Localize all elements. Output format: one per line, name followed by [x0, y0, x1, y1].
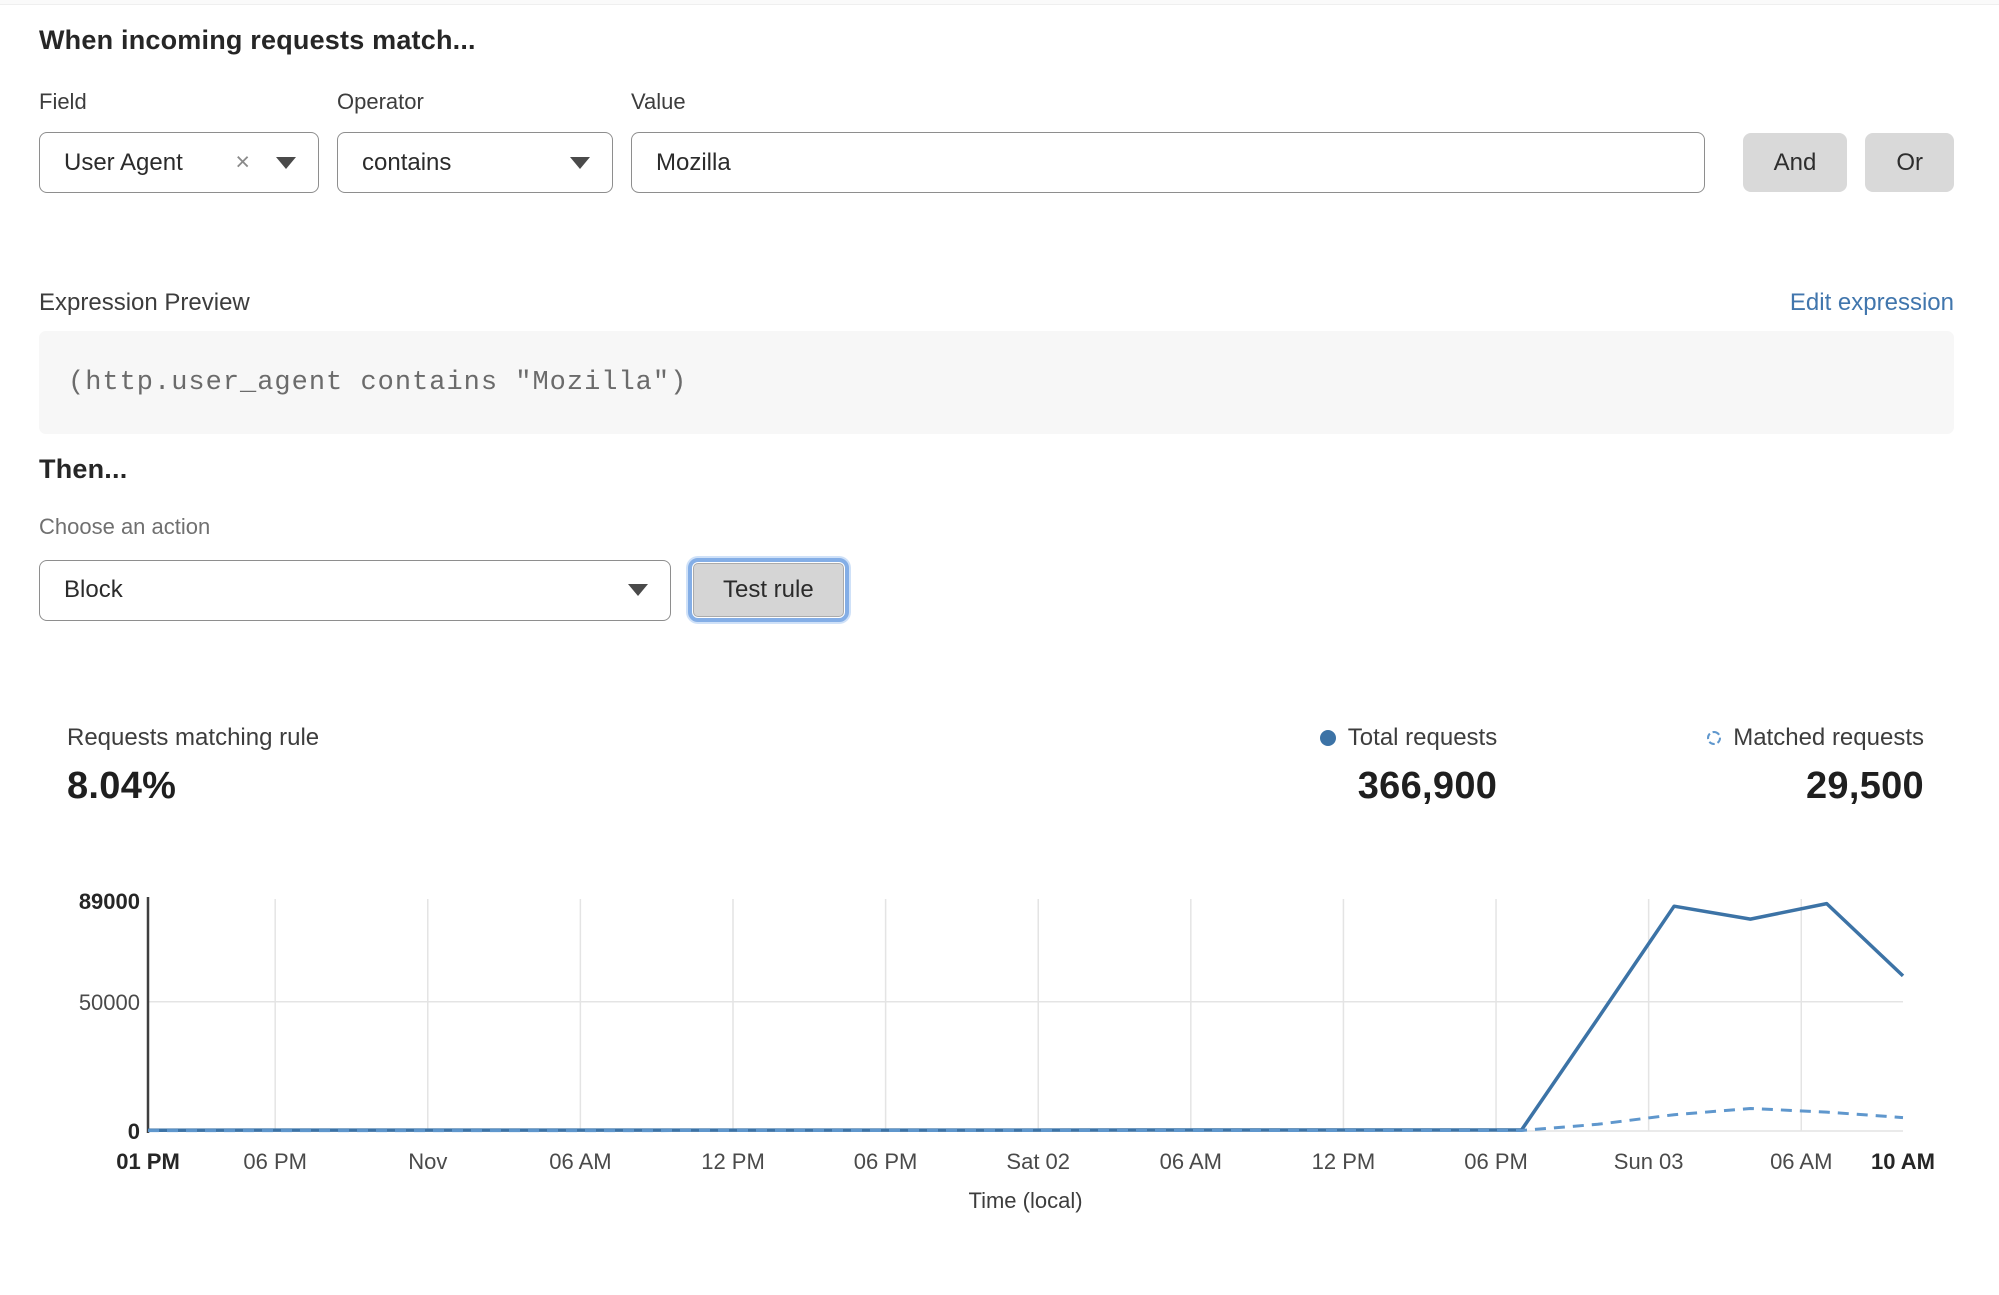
expression-preview-box: (http.user_agent contains "Mozilla")	[39, 331, 1954, 434]
choose-action-label: Choose an action	[39, 514, 1954, 540]
x-tick-label: 12 PM	[701, 1149, 765, 1174]
x-tick-label: 12 PM	[1312, 1149, 1376, 1174]
action-select[interactable]: Block	[39, 560, 671, 621]
chevron-down-icon	[276, 157, 296, 169]
matching-rate-stat: Requests matching rule 8.04%	[67, 724, 1320, 808]
total-requests-legend-icon	[1320, 730, 1336, 746]
x-tick-label: 10 AM	[1871, 1149, 1935, 1174]
matched-requests-line	[148, 1109, 1903, 1131]
test-rule-button[interactable]: Test rule	[693, 563, 844, 617]
match-condition-row: Field User Agent × Operator contains Val…	[39, 89, 1954, 193]
remove-field-icon[interactable]: ×	[235, 150, 250, 175]
rule-stats-row: Requests matching rule 8.04% Total reque…	[39, 724, 1954, 808]
x-tick-label: 06 AM	[1160, 1149, 1222, 1174]
matched-requests-legend-icon	[1707, 731, 1721, 745]
x-tick-label: Sat 02	[1006, 1149, 1070, 1174]
field-label: Field	[39, 89, 319, 115]
x-tick-label: Sun 03	[1614, 1149, 1684, 1174]
value-input[interactable]	[631, 132, 1705, 193]
x-tick-label: 06 PM	[1464, 1149, 1528, 1174]
total-requests-value: 366,900	[1320, 765, 1497, 808]
expression-header: Expression Preview Edit expression	[39, 289, 1954, 317]
x-tick-label: Nov	[408, 1149, 447, 1174]
x-tick-label: 06 PM	[243, 1149, 307, 1174]
total-requests-line	[148, 904, 1903, 1131]
matched-requests-stat: Matched requests 29,500	[1707, 724, 1924, 808]
total-requests-stat: Total requests 366,900	[1320, 724, 1497, 808]
x-axis-title: Time (local)	[968, 1188, 1082, 1213]
chevron-down-icon	[570, 157, 590, 169]
rule-builder-panel: When incoming requests match... Field Us…	[0, 25, 1999, 1236]
matching-rate-value: 8.04%	[67, 765, 1320, 808]
action-row: Block Test rule	[39, 558, 1954, 622]
value-label: Value	[631, 89, 1705, 115]
x-tick-label: 06 PM	[854, 1149, 918, 1174]
field-select-value: User Agent	[64, 149, 235, 177]
operator-select[interactable]: contains	[337, 132, 613, 193]
y-tick-label: 50000	[79, 990, 140, 1015]
or-button[interactable]: Or	[1865, 133, 1954, 192]
x-tick-label: 06 AM	[549, 1149, 611, 1174]
requests-chart-svg: 0 50000 89000 01 PM 06 PM Nov 06 AM 12 PM 06 PM S…	[0, 871, 1999, 1231]
expression-preview-label: Expression Preview	[39, 289, 250, 317]
y-tick-label: 89000	[79, 889, 140, 914]
then-section-title: Then...	[39, 454, 1954, 485]
chevron-down-icon	[628, 584, 648, 596]
expression-code: (http.user_agent contains "Mozilla")	[68, 368, 687, 398]
x-tick-label: 01 PM	[116, 1149, 180, 1174]
field-select[interactable]: User Agent ×	[39, 132, 319, 193]
matched-requests-value: 29,500	[1707, 765, 1924, 808]
edit-expression-link[interactable]: Edit expression	[1790, 289, 1954, 317]
test-rule-focus-ring: Test rule	[688, 558, 849, 622]
y-tick-label: 0	[128, 1119, 140, 1144]
action-select-value: Block	[64, 576, 628, 604]
matched-requests-label: Matched requests	[1733, 724, 1924, 752]
requests-chart: 0 50000 89000 01 PM 06 PM Nov 06 AM 12 PM 06 PM S…	[0, 871, 1999, 1236]
operator-select-value: contains	[362, 149, 570, 177]
operator-label: Operator	[337, 89, 613, 115]
top-divider	[0, 0, 1999, 5]
when-section-title: When incoming requests match...	[39, 25, 1954, 56]
and-button[interactable]: And	[1743, 133, 1848, 192]
matching-rate-label: Requests matching rule	[67, 724, 319, 752]
total-requests-label: Total requests	[1348, 724, 1497, 752]
x-tick-label: 06 AM	[1770, 1149, 1832, 1174]
